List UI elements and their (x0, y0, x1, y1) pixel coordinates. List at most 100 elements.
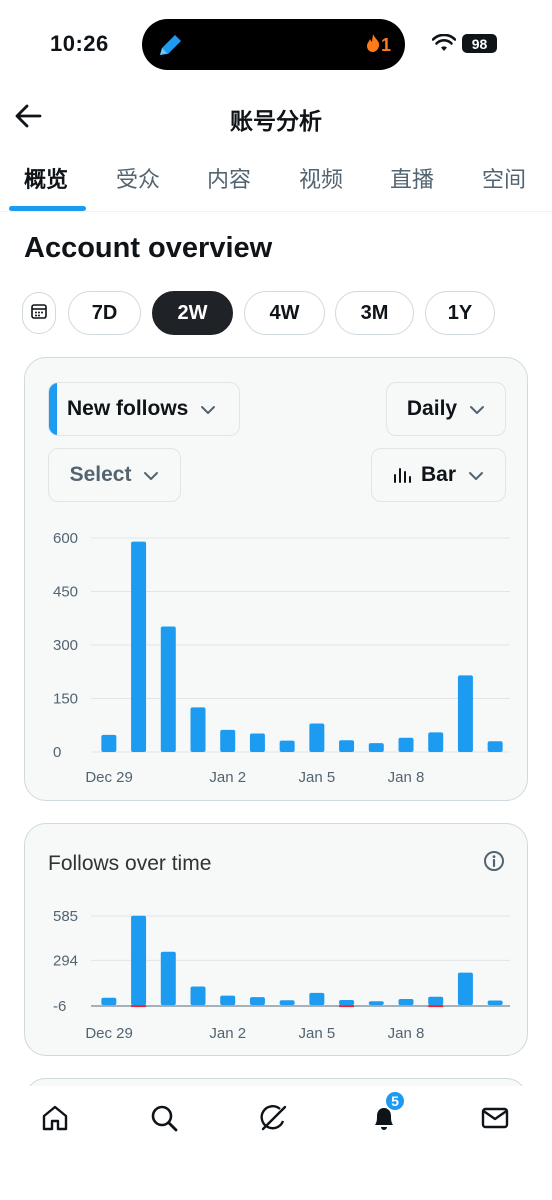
metric-dropdown[interactable]: New follows (48, 382, 240, 436)
chevron-down-icon (469, 397, 485, 421)
x-tick-label: Dec 29 (85, 1025, 133, 1042)
chart-bar (398, 737, 414, 752)
y-tick-label: 300 (53, 637, 78, 654)
chart-bar (428, 996, 444, 1006)
chart-bar (220, 729, 236, 752)
chart-bar (428, 732, 444, 752)
y-tick-label: 450 (53, 584, 78, 601)
x-tick-label: Jan 5 (299, 1025, 336, 1042)
tab-bar: 概览 受众 内容 视频 直播 空间 (0, 150, 552, 212)
chart-bar (279, 740, 295, 752)
chart-type-dropdown[interactable]: Bar (371, 448, 506, 502)
chart-bar (339, 740, 355, 752)
notification-badge: 5 (384, 1090, 406, 1112)
battery-indicator: 98 (462, 34, 497, 53)
chart-bar (279, 1000, 295, 1006)
status-time: 10:26 (50, 31, 109, 56)
y-tick-label: 150 (53, 691, 78, 708)
activity-count: 1 (380, 35, 391, 55)
range-3m-button[interactable]: 3M (335, 291, 414, 335)
bar-chart-icon (393, 467, 411, 483)
negative-bar (131, 1005, 147, 1008)
follows-over-time-card: Follows over time -6 294 585 Dec 29 Jan 2 Jan… (24, 823, 528, 1056)
chart-bar (457, 972, 473, 1006)
section-title: Account overview (24, 232, 273, 264)
chart-bar (339, 1000, 355, 1006)
tab-content[interactable]: 内容 (207, 162, 251, 194)
new-follows-card: New follows Daily Select Bar 0 150 300 4… (24, 357, 528, 801)
metric-dropdown-label: New follows (67, 397, 189, 420)
y-tick-label: 0 (53, 744, 61, 761)
chevron-down-icon (143, 463, 159, 487)
nav-search[interactable] (144, 1100, 184, 1140)
tab-audience[interactable]: 受众 (116, 162, 160, 194)
chart-bar (190, 707, 206, 752)
grok-icon (258, 1102, 290, 1139)
chart-bar (160, 951, 176, 1006)
range-1y-button[interactable]: 1Y (425, 291, 495, 335)
calendar-button[interactable] (22, 292, 56, 334)
active-tab-indicator (9, 206, 86, 211)
x-tick-label: Jan 8 (388, 769, 425, 786)
x-tick-label: Jan 8 (388, 1025, 425, 1042)
chart-bar (249, 733, 265, 752)
y-tick-label: -6 (53, 998, 66, 1015)
x-tick-label: Dec 29 (85, 769, 133, 786)
dynamic-island[interactable]: 1 (142, 19, 405, 70)
chart-bar (487, 1000, 503, 1006)
chart-bar (101, 734, 117, 752)
negative-bar (428, 1005, 444, 1008)
chart-bar (309, 992, 325, 1006)
status-bar: 10:26 1 98 (0, 0, 552, 90)
range-4w-button[interactable]: 4W (244, 291, 325, 335)
nav-messages[interactable] (475, 1100, 515, 1140)
chart-bar (457, 675, 473, 752)
bottom-navigation: 5 (0, 1086, 552, 1200)
period-dropdown[interactable]: Daily (386, 382, 506, 436)
flame-icon (365, 33, 381, 58)
tab-spaces[interactable]: 空间 (482, 162, 526, 194)
y-tick-label: 600 (53, 530, 78, 547)
tab-video[interactable]: 视频 (299, 162, 343, 194)
chart-bar (160, 626, 176, 752)
chart-bar (398, 998, 414, 1006)
chart-bar (101, 997, 117, 1006)
account-analytics-screen: 10:26 1 98 账号分析 概览 受众 内容 视频 直播 空间 Accoun… (0, 0, 552, 1200)
page-title: 账号分析 (230, 108, 322, 134)
tab-overview[interactable]: 概览 (24, 162, 68, 194)
select-dropdown-label: Select (69, 463, 132, 486)
chevron-down-icon (468, 463, 484, 487)
pencil-icon (156, 31, 186, 64)
calendar-icon (30, 302, 48, 325)
follows-over-time-chart: -6 294 585 Dec 29 Jan 2 Jan 5 Jan 8 (53, 908, 510, 1042)
top-bar: 账号分析 (0, 90, 552, 142)
x-tick-label: Jan 2 (209, 769, 246, 786)
home-icon (40, 1103, 70, 1138)
nav-home[interactable] (35, 1100, 75, 1140)
wifi-icon (431, 33, 457, 57)
y-tick-label: 294 (53, 952, 78, 969)
chart-bar (131, 915, 147, 1006)
chart-bar (309, 723, 325, 752)
nav-notifications[interactable]: 5 (364, 1090, 406, 1140)
new-follows-bar-chart: 0 150 300 450 600 Dec 29 Jan 2 Jan 5 Jan 8 (53, 530, 510, 786)
card-title: Follows over time (48, 852, 212, 875)
range-7d-button[interactable]: 7D (68, 291, 141, 335)
mail-icon (480, 1103, 510, 1138)
activity-indicator: 1 (365, 33, 391, 58)
y-tick-label: 585 (53, 908, 78, 925)
chart-type-label: Bar (420, 463, 457, 486)
compare-select-dropdown[interactable]: Select (48, 448, 181, 502)
chart-bar (131, 541, 147, 752)
chart-bar (368, 743, 384, 752)
chart-bar (249, 997, 265, 1006)
x-tick-label: Jan 5 (299, 769, 336, 786)
period-dropdown-label: Daily (406, 397, 458, 420)
chart-bar (220, 995, 236, 1006)
range-2w-button[interactable]: 2W (152, 291, 233, 335)
x-tick-label: Jan 2 (209, 1025, 246, 1042)
chevron-down-icon (200, 397, 216, 421)
tab-live[interactable]: 直播 (390, 162, 434, 194)
info-icon[interactable] (483, 850, 505, 877)
nav-grok[interactable] (254, 1100, 294, 1140)
